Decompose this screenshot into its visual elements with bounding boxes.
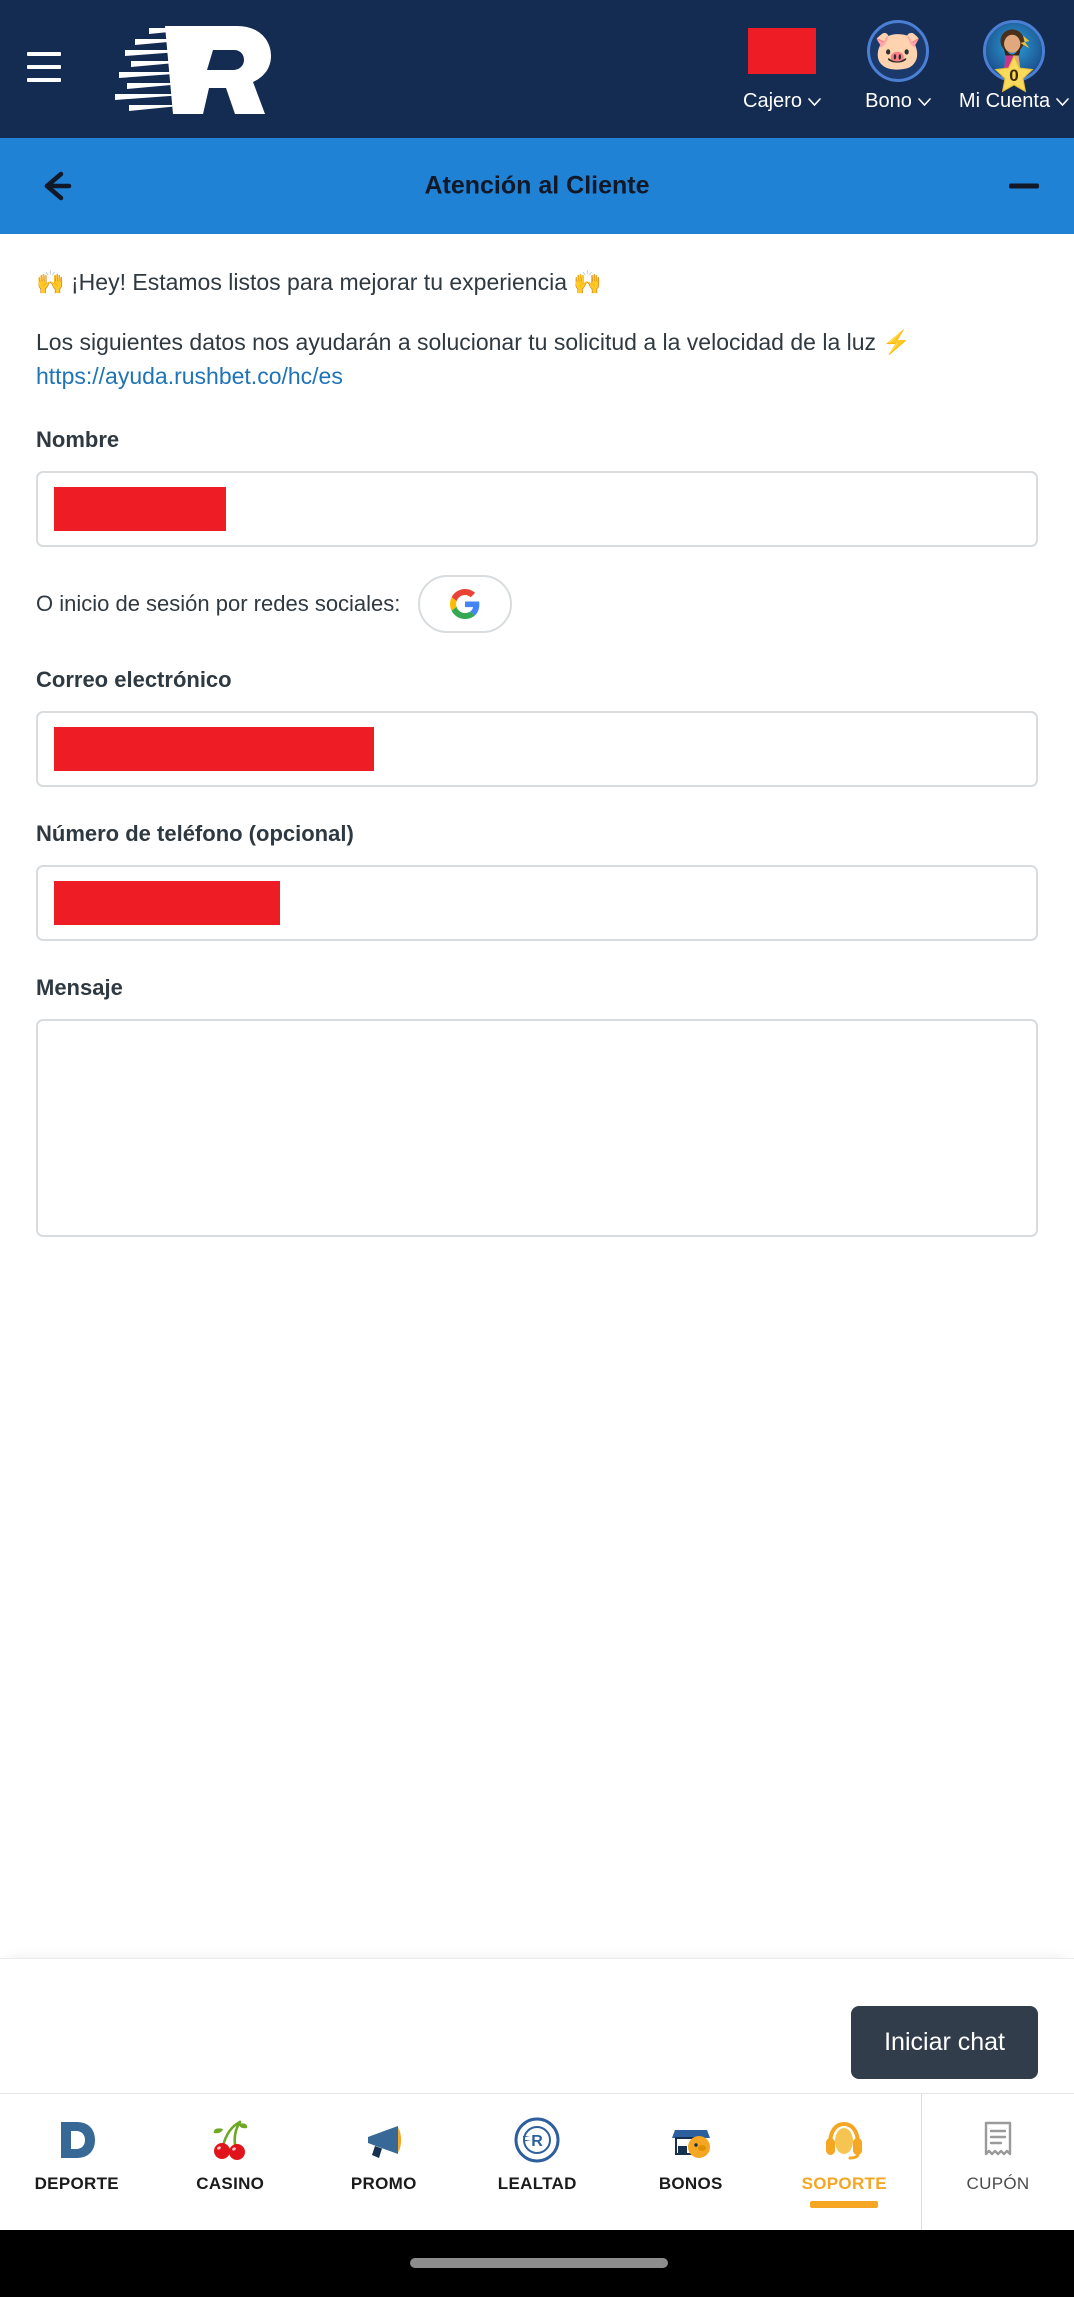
phone-input[interactable] [36,865,1038,942]
home-indicator[interactable] [410,2258,668,2268]
header-item-mi-cuenta[interactable]: 0 Mi Cuenta [959,18,1069,113]
nav-item-deporte[interactable]: DEPORTE [17,2111,137,2194]
header-item-cajero-label: Cajero [743,90,802,112]
bottom-navigation: DEPORTE CASINO PROMO R LEALTAD BONOS SOP… [0,2093,1074,2230]
name-field-label: Nombre [36,427,120,453]
email-input[interactable] [36,711,1038,788]
nav-item-soporte-label: SOPORTE [801,2174,887,2193]
minimize-icon[interactable] [1009,183,1039,189]
social-login-label: O inicio de sesión por redes sociales: [36,591,401,617]
header-item-cajero-label-wrap: Cajero [743,90,821,113]
hamburger-line [27,78,61,82]
nav-item-bonos-label: BONOS [658,2174,723,2193]
nav-item-lealtad[interactable]: R LEALTAD [477,2111,597,2194]
nav-item-promo[interactable]: PROMO [324,2111,444,2194]
nav-item-bonos[interactable]: BONOS [631,2111,751,2194]
cashier-icon [748,28,816,74]
phone-field-label: Número de teléfono (opcional) [36,821,354,847]
nav-item-deporte-label: DEPORTE [34,2174,119,2193]
cherries-icon [206,2111,254,2169]
nav-item-casino[interactable]: CASINO [170,2111,290,2194]
nav-item-promo-label: PROMO [350,2174,417,2193]
header-item-bono-label-wrap: Bono [865,90,931,113]
redaction-block-name [54,487,226,532]
status-badge-count: 0 [1009,66,1019,85]
deporte-d-icon [53,2111,101,2169]
piggy-bank-icon: 🐷 [867,20,929,82]
svg-text:R: R [531,2133,543,2150]
start-chat-button[interactable]: Iniciar chat [851,2006,1038,2079]
name-input[interactable] [36,471,1038,548]
cashier-icon-wrap [748,18,816,84]
nav-item-soporte[interactable]: SOPORTE [784,2111,904,2208]
rush-rewards-seal-icon: R [513,2111,561,2169]
chevron-down-icon [918,97,931,106]
hamburger-line [27,52,61,56]
headset-icon [820,2111,868,2169]
google-icon [450,589,480,620]
header-item-cajero[interactable]: Cajero [732,18,832,113]
chat-widget-body: 🙌 ¡Hey! Estamos listos para mejorar tu e… [0,234,1074,1958]
redaction-block-email [54,727,374,772]
email-field-label: Correo electrónico [36,667,232,693]
avatar-wrap: 0 [983,18,1045,93]
message-field-label: Mensaje [36,975,123,1001]
nav-item-casino-label: CASINO [196,2174,265,2193]
site-header: Cajero 🐷 Bono 0 Mi Cuenta [0,0,1074,138]
social-login-row: O inicio de sesión por redes sociales: [36,575,1038,634]
header-item-bono[interactable]: 🐷 Bono [848,18,948,113]
piggy-bank-icon-wrap: 🐷 [867,18,929,84]
bottom-nav-coupon: CUPÓN [922,2094,1074,2230]
megaphone-icon [360,2111,408,2169]
bottom-nav-main: DEPORTE CASINO PROMO R LEALTAD BONOS SOP… [0,2094,922,2230]
intro-text: Los siguientes datos nos ayudarán a solu… [36,329,912,356]
app-root: Cajero 🐷 Bono 0 Mi Cuenta Atención al Cl… [0,0,1074,2297]
shop-piggy-icon [667,2111,715,2169]
nav-item-lealtad-label: LEALTAD [497,2174,577,2193]
status-badge: 0 [994,54,1034,94]
receipt-icon [974,2111,1022,2169]
chat-widget-title: Atención al Cliente [424,171,650,200]
system-home-bar [0,2230,1074,2297]
nav-active-indicator [810,2201,879,2208]
piggy-glyph: 🐷 [874,30,922,72]
google-login-button[interactable] [418,575,513,634]
nav-item-cupon-label: CUPÓN [966,2174,1030,2193]
redaction-block-phone [54,881,280,926]
nav-item-cupon[interactable]: CUPÓN [938,2111,1058,2194]
header-actions: Cajero 🐷 Bono 0 Mi Cuenta [732,18,1069,113]
chevron-down-icon [808,97,821,106]
chat-widget-header: Atención al Cliente [0,138,1074,234]
chevron-down-icon [1056,97,1069,106]
rushbet-logo[interactable] [97,18,307,118]
hamburger-line [27,65,61,69]
message-textarea[interactable] [36,1019,1038,1238]
help-center-link[interactable]: https://ayuda.rushbet.co/hc/es [36,363,343,389]
intro-paragraph: Los siguientes datos nos ayudarán a solu… [36,326,1038,393]
greeting-text: 🙌 ¡Hey! Estamos listos para mejorar tu e… [36,269,603,295]
chat-widget-footer: Iniciar chat [0,1958,1074,2093]
hamburger-menu-icon[interactable] [27,52,73,86]
header-item-bono-label: Bono [865,90,912,112]
